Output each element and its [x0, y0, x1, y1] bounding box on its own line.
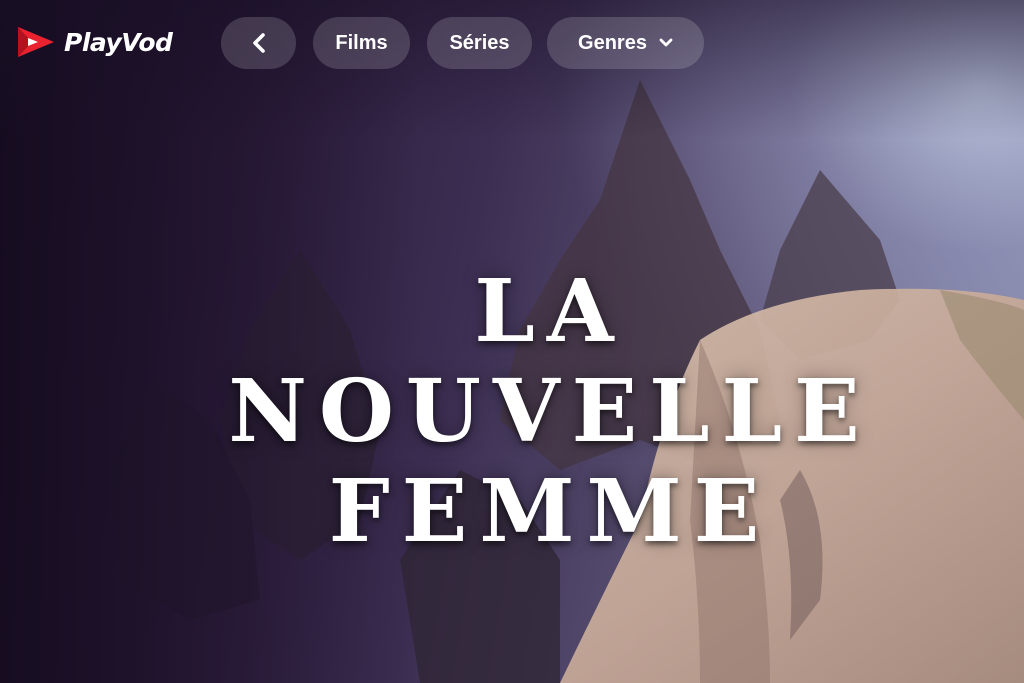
nav-genres-dropdown[interactable]: Genres — [547, 17, 704, 69]
chevron-left-icon — [252, 33, 265, 53]
nav-series-label: Séries — [449, 31, 510, 54]
title-line: NOUVELLE — [228, 361, 872, 462]
top-navigation: PlayVod Films Séries Genres — [0, 0, 1024, 86]
brand-name: PlayVod — [64, 27, 173, 57]
back-button[interactable] — [221, 17, 296, 69]
nav-films-button[interactable]: Films — [313, 17, 410, 69]
playvod-logo[interactable]: PlayVod — [16, 24, 173, 60]
play-logo-icon — [18, 27, 54, 57]
hero-banner: PlayVod Films Séries Genres LA NOUVELLE … — [0, 0, 1024, 683]
title-line: FEMME — [328, 461, 772, 562]
chevron-down-icon — [659, 38, 673, 47]
nav-series-button[interactable]: Séries — [427, 17, 532, 69]
nav-films-label: Films — [335, 31, 388, 54]
title-line: LA — [474, 261, 626, 362]
movie-title: LA NOUVELLE FEMME — [150, 262, 950, 562]
nav-genres-label: Genres — [578, 31, 647, 54]
